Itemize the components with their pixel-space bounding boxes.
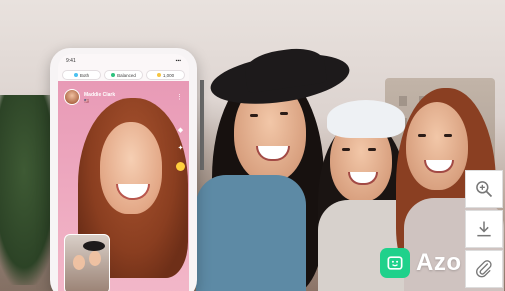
more-icon[interactable]: ⋮: [176, 93, 183, 101]
filter-chip-coins[interactable]: 1,000: [146, 70, 185, 80]
video-call-screen: 9:41 ▪▪▪ Both Balanced 1,000 Maddie Clar…: [58, 54, 189, 291]
emoji-icon[interactable]: [176, 162, 185, 171]
white-cap: [327, 100, 405, 138]
filter-chip-gender[interactable]: Both: [62, 70, 101, 80]
coin-icon: [156, 73, 161, 77]
filter-label: Both: [79, 72, 90, 78]
filter-chip-mode[interactable]: Balanced: [104, 70, 143, 80]
gender-icon: [73, 73, 78, 77]
filter-label: Balanced: [117, 72, 136, 78]
caller-header: Maddie Clark 🇺🇸 ⋮: [64, 88, 183, 106]
attach-button[interactable]: [465, 250, 503, 288]
status-time: 9:41: [66, 58, 76, 64]
download-icon: [477, 221, 491, 237]
filter-chips: Both Balanced 1,000: [62, 70, 185, 80]
filter-label: 1,000: [162, 72, 175, 78]
image-toolbar: [465, 170, 503, 288]
flag-icon: 🇺🇸: [84, 97, 89, 103]
brand-name: Azo: [416, 249, 462, 276]
pip-hat: [83, 241, 105, 251]
signal-icon: ▪▪▪: [175, 58, 181, 64]
download-button[interactable]: [465, 210, 503, 248]
pip-face: [89, 251, 101, 266]
brand-mark: Azo: [380, 246, 462, 280]
zoom-in-icon: [476, 181, 493, 198]
caller-video-face: [100, 122, 162, 214]
gift-icon[interactable]: ◆: [178, 126, 183, 134]
azar-logo-icon: [380, 248, 410, 278]
phone-mockup: 9:41 ▪▪▪ Both Balanced 1,000 Maddie Clar…: [50, 48, 197, 291]
status-bar: 9:41 ▪▪▪: [66, 58, 181, 68]
pip-face: [73, 255, 85, 270]
balance-icon: [111, 73, 116, 77]
promo-image: 9:41 ▪▪▪ Both Balanced 1,000 Maddie Clar…: [0, 0, 505, 291]
zoom-button[interactable]: [465, 170, 503, 208]
background-pole: [200, 80, 204, 170]
call-actions: ◆ ✦: [176, 126, 185, 171]
flash-icon[interactable]: ✦: [178, 144, 184, 152]
self-view-thumbnail[interactable]: [64, 234, 110, 291]
paperclip-icon: [476, 260, 492, 278]
avatar[interactable]: [64, 89, 80, 105]
